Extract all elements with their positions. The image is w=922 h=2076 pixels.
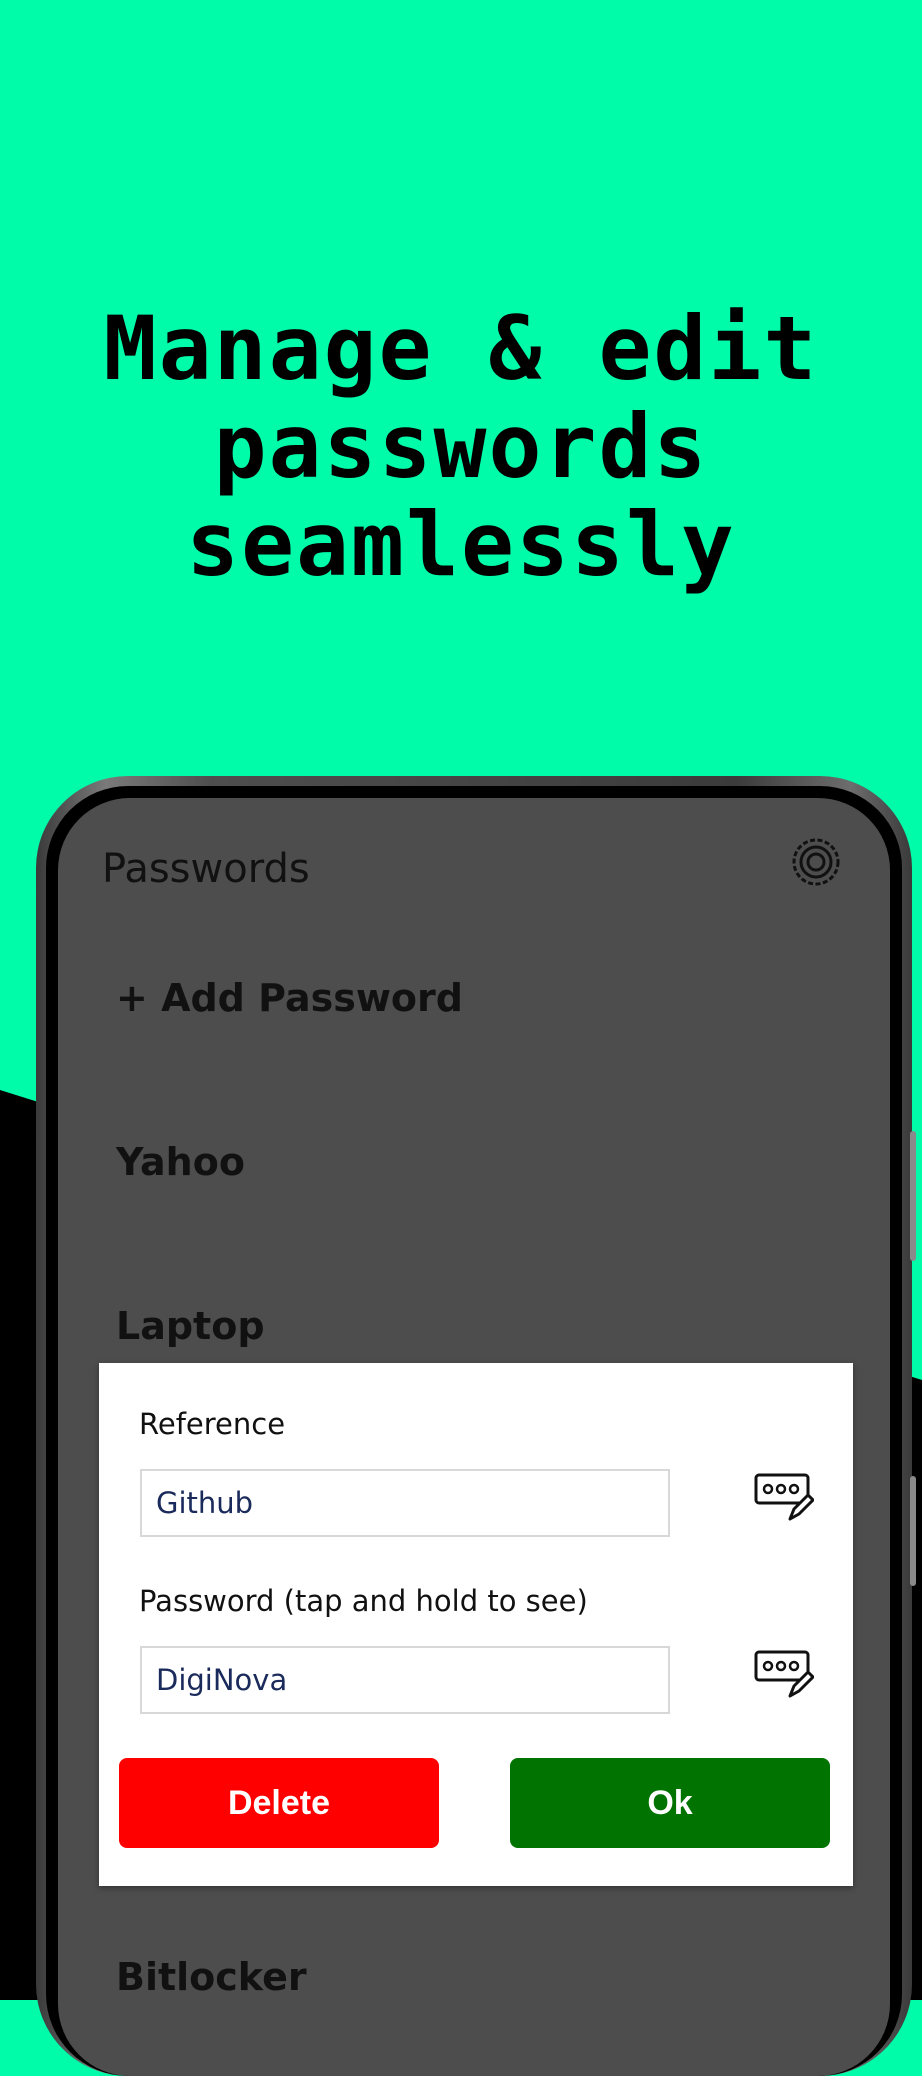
ok-button[interactable]: Ok xyxy=(510,1758,830,1848)
promo-headline: Manage & edit passwords seamlessly xyxy=(103,297,819,596)
list-item-yahoo[interactable]: Yahoo xyxy=(116,1140,245,1184)
phone-side-button xyxy=(910,1131,916,1261)
password-input[interactable] xyxy=(140,1646,670,1714)
gear-icon[interactable] xyxy=(790,836,842,888)
list-item-bitlocker[interactable]: Bitlocker xyxy=(116,1955,307,1999)
add-password-button[interactable]: + Add Password xyxy=(116,976,463,1020)
reference-input[interactable] xyxy=(140,1469,670,1537)
password-label: Password (tap and hold to see) xyxy=(139,1584,588,1618)
list-item-laptop[interactable]: Laptop xyxy=(116,1304,265,1348)
keyboard-edit-icon[interactable] xyxy=(754,1473,814,1523)
reference-label: Reference xyxy=(139,1407,286,1441)
edit-password-dialog: Reference Password (tap and hold to see)… xyxy=(99,1363,853,1886)
page-title: Passwords xyxy=(102,846,310,892)
phone-side-button xyxy=(910,1476,916,1586)
delete-button[interactable]: Delete xyxy=(119,1758,439,1848)
keyboard-edit-icon[interactable] xyxy=(754,1650,814,1700)
